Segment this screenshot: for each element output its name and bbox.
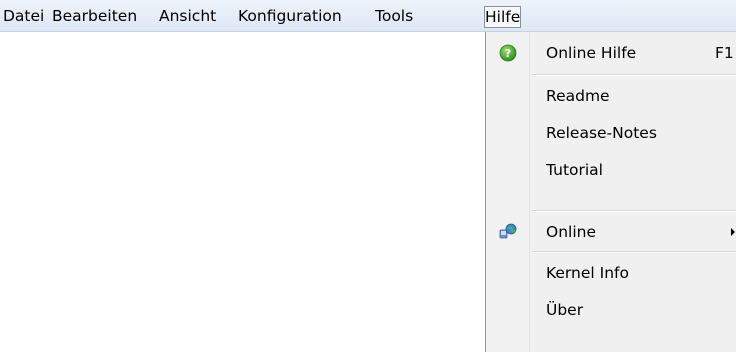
menu-item-label: Release-Notes <box>546 124 657 142</box>
menu-item-label: Online <box>546 223 596 241</box>
menu-konfiguration[interactable]: Konfiguration <box>237 6 343 28</box>
menu-item-kernel-info[interactable]: Kernel Info <box>486 254 736 292</box>
help-icon: ? <box>499 44 517 62</box>
menu-item-online-hilfe[interactable]: ? Online Hilfe F1 <box>486 34 736 72</box>
menu-item-readme[interactable]: Readme <box>486 77 736 115</box>
shortcut-label: F1 <box>715 44 734 62</box>
menu-datei[interactable]: Datei <box>2 6 45 28</box>
menu-hilfe[interactable]: Hilfe <box>484 6 522 28</box>
submenu-arrow-icon <box>731 228 735 236</box>
menu-separator <box>532 74 736 76</box>
menu-item-label: Online Hilfe <box>546 44 637 62</box>
menu-ansicht[interactable]: Ansicht <box>158 6 217 28</box>
menu-item-online[interactable]: Online <box>486 213 736 251</box>
menu-item-ueber[interactable]: Über <box>486 291 736 329</box>
menu-item-label: Tutorial <box>546 161 603 179</box>
menu-bearbeiten[interactable]: Bearbeiten <box>51 6 138 28</box>
menu-item-label: Über <box>546 301 584 319</box>
svg-text:?: ? <box>505 47 511 60</box>
menu-separator <box>532 210 736 212</box>
menu-item-label: Kernel Info <box>546 264 629 282</box>
menu-separator <box>532 251 736 253</box>
menu-tools[interactable]: Tools <box>374 6 414 28</box>
menu-item-release-notes[interactable]: Release-Notes <box>486 114 736 152</box>
menu-item-label: Readme <box>546 87 610 105</box>
network-globe-icon <box>499 223 517 239</box>
menu-bar: Datei Bearbeiten Ansicht Konfiguration T… <box>0 0 736 32</box>
help-dropdown-menu: ? Online Hilfe F1 Readme Release-Notes T… <box>485 32 736 352</box>
menu-item-tutorial[interactable]: Tutorial <box>486 151 736 189</box>
